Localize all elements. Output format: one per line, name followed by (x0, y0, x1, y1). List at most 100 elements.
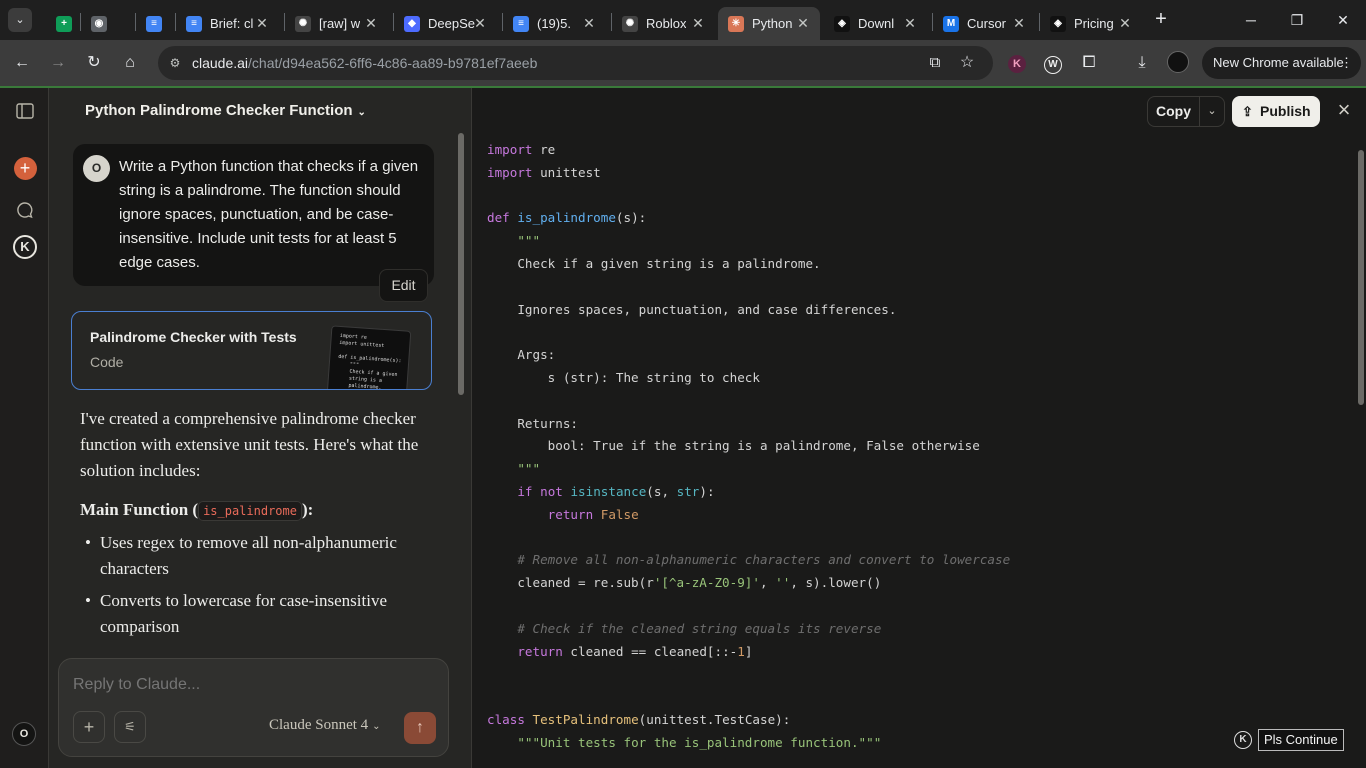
tab-separator (393, 13, 394, 31)
new-tab-button[interactable]: + (1149, 8, 1173, 32)
extension-w-icon[interactable]: W (1041, 51, 1065, 75)
chat-title: Python Palindrome Checker Function (85, 102, 353, 119)
bookmark-star-icon[interactable]: ☆ (955, 51, 979, 75)
close-window-button[interactable]: ✕ (1320, 0, 1366, 40)
profile-avatar-icon[interactable] (1166, 51, 1190, 75)
extensions-puzzle-icon[interactable]: ⧠ (1077, 51, 1101, 75)
code-line: if not isinstance(s, str): (517, 483, 715, 499)
extension-k-icon: K (1234, 731, 1252, 749)
artifact-kind: Code (90, 354, 124, 370)
code-view[interactable]: import re import unittest def is_palindr… (487, 139, 1347, 755)
browser-tab[interactable]: ◈ Pricing ✕ (1040, 7, 1142, 40)
claude-icon: ✳ (728, 15, 744, 32)
tab-title: Python (752, 16, 793, 31)
new-chrome-available-button[interactable]: New Chrome available ⋮ (1202, 47, 1361, 79)
tab-title: [raw] w (319, 16, 361, 31)
publish-button[interactable]: ⇪ Publish (1232, 96, 1320, 127)
user-message: O Write a Python function that checks if… (73, 144, 434, 286)
sidebar-toggle-icon[interactable] (13, 99, 37, 123)
code-line: def is_palindrome(s): (487, 210, 647, 226)
tab-separator (1039, 13, 1040, 31)
artifact-card[interactable]: Palindrome Checker with Tests Code impor… (71, 311, 432, 390)
chat-scrollbar[interactable] (458, 133, 464, 395)
model-selector[interactable]: Claude Sonnet 4 ⌄ (269, 717, 381, 734)
site-info-icon[interactable]: ⚙ (166, 54, 184, 72)
url-path: /chat/d94ea562-6ff6-4c86-aa89-b9781ef7ae… (248, 55, 538, 71)
chats-icon[interactable] (13, 198, 37, 222)
artifact-thumbnail: import re import unittest def is_palindr… (326, 325, 412, 389)
openai-icon: ✺ (622, 15, 638, 32)
deepseek-icon: ◆ (404, 15, 420, 32)
reply-heading-post: ): (301, 500, 314, 519)
pls-continue-widget: K Pls Continue (1234, 729, 1344, 751)
code-line: """Unit tests for the is_palindrome func… (517, 734, 882, 750)
browser-tab[interactable]: ✺ [raw] w ✕ (285, 7, 388, 40)
browser-tab[interactable]: ≡ (19)5. ✕ (503, 7, 606, 40)
close-icon[interactable]: ✕ (901, 14, 919, 32)
edit-message-button[interactable]: Edit (379, 269, 428, 302)
close-icon[interactable]: ✕ (471, 14, 489, 32)
copy-options-chevron[interactable]: ⌄ (1199, 96, 1225, 127)
restore-button[interactable]: ❐ (1274, 0, 1320, 40)
close-icon[interactable]: ✕ (689, 14, 707, 32)
tab-title: Brief: cl (210, 16, 254, 31)
browser-tab[interactable]: ≡ (136, 7, 170, 40)
browser-tab[interactable]: ✳ Python ✕ (718, 7, 820, 40)
back-icon[interactable]: ← (10, 51, 34, 75)
close-icon[interactable]: × (1332, 99, 1356, 123)
browser-tab[interactable]: ✺ Roblox ✕ (612, 7, 715, 40)
reload-icon[interactable]: ↻ (82, 51, 106, 75)
reply-input[interactable] (73, 676, 433, 694)
cursor-icon: ◈ (834, 15, 850, 32)
browser-tab[interactable]: ≡ Brief: cl ✕ (176, 7, 279, 40)
minimize-button[interactable]: ─ (1228, 0, 1274, 40)
extension-k-rail-icon[interactable]: K (13, 235, 37, 259)
browser-tab[interactable]: ◉ (81, 7, 125, 40)
code-line: bool: True if the string is a palindrome… (487, 438, 980, 454)
address-bar[interactable]: ⚙ claude.ai/chat/d94ea562-6ff6-4c86-aa89… (158, 46, 993, 80)
browser-tab[interactable]: M Cursor ✕ (933, 7, 1036, 40)
code-line: return cleaned == cleaned[::-1] (517, 643, 753, 659)
globe-icon: ◉ (91, 15, 107, 32)
chat-title-button[interactable]: Python Palindrome Checker Function ⌄ (85, 102, 366, 119)
list-item: Converts to lowercase for case-insensiti… (80, 588, 420, 640)
attach-button[interactable]: + (73, 711, 105, 743)
browser-tab[interactable]: ◈ Downl ✕ (824, 7, 927, 40)
close-icon[interactable]: ✕ (362, 14, 380, 32)
forward-icon[interactable]: → (46, 51, 70, 75)
close-icon[interactable]: ✕ (1010, 14, 1028, 32)
downloads-icon[interactable]: ⤓ (1130, 51, 1154, 75)
tab-title: Cursor (967, 16, 1007, 31)
browser-tab[interactable]: + (46, 7, 79, 40)
home-icon[interactable]: ⌂ (118, 51, 142, 75)
pls-continue-button[interactable]: Pls Continue (1258, 729, 1344, 751)
user-avatar: O (83, 155, 110, 182)
reply-heading-pre: Main Function ( (80, 500, 199, 519)
sheets-icon: + (56, 15, 72, 32)
tab-separator (175, 13, 176, 31)
copy-button[interactable]: Copy (1147, 96, 1199, 127)
code-line: Check if a given string is a palindrome. (487, 255, 821, 271)
close-icon[interactable]: ✕ (253, 14, 271, 32)
send-button[interactable]: ↑ (404, 712, 436, 744)
close-icon[interactable]: ✕ (580, 14, 598, 32)
browser-tab[interactable]: ◆ DeepSe ✕ (394, 7, 497, 40)
tab-search-button[interactable]: ⌄ (8, 8, 32, 32)
code-scrollbar[interactable] (1358, 150, 1364, 405)
close-icon[interactable]: ✕ (1116, 14, 1134, 32)
new-chat-icon[interactable]: + (13, 156, 37, 180)
close-icon[interactable]: ✕ (794, 14, 812, 32)
tools-button[interactable]: ⚟ (114, 711, 146, 743)
cursor-icon: ◈ (1050, 15, 1066, 32)
install-app-icon[interactable]: ⧉ (923, 51, 947, 75)
left-rail: + K (0, 88, 49, 768)
user-avatar-bottom[interactable]: O (12, 722, 36, 746)
new-chrome-label: New Chrome available (1213, 55, 1344, 70)
code-line: # Check if the cleaned string equals its… (517, 620, 882, 636)
extension-k-icon[interactable]: K (1005, 51, 1029, 75)
tab-separator (135, 13, 136, 31)
url-text[interactable]: claude.ai/chat/d94ea562-6ff6-4c86-aa89-b… (192, 55, 537, 71)
